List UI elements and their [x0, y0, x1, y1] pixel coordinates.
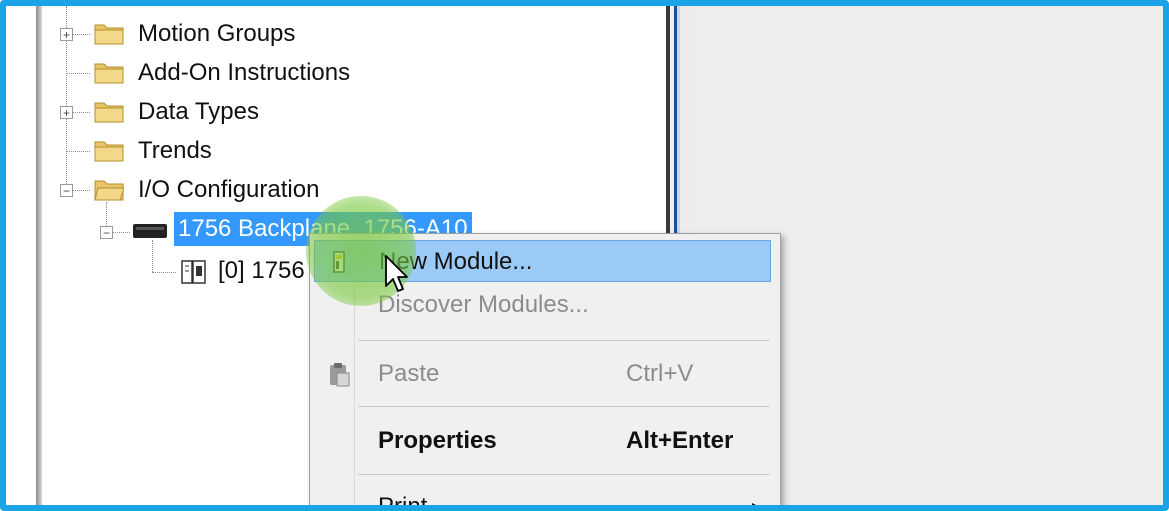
menu-shortcut: Alt+Enter: [626, 427, 734, 454]
tree-connector: [66, 151, 90, 152]
menu-item-properties[interactable]: Properties Alt+Enter: [314, 420, 771, 462]
folder-icon: [94, 102, 124, 123]
tree-connector: [72, 190, 90, 191]
tree-connector: [152, 240, 153, 272]
tree-connector: [152, 272, 176, 273]
menu-item-paste[interactable]: Paste Ctrl+V: [314, 353, 771, 395]
menu-shortcut: Ctrl+V: [626, 360, 694, 387]
folder-icon: [94, 141, 124, 162]
tree-item-data-types[interactable]: Data Types: [138, 97, 259, 127]
app-window: + Motion Groups Add-On Instructions + Da…: [0, 0, 1169, 511]
submenu-arrow-icon: ▶: [752, 499, 763, 511]
expand-icon[interactable]: +: [60, 28, 73, 41]
tree-item-trends[interactable]: Trends: [138, 136, 212, 166]
tree-item-io-configuration[interactable]: I/O Configuration: [138, 175, 319, 205]
expand-icon[interactable]: +: [60, 106, 73, 119]
menu-label: Print: [378, 493, 428, 511]
tree-item-add-on-instructions[interactable]: Add-On Instructions: [138, 58, 350, 88]
collapse-icon[interactable]: −: [100, 226, 113, 239]
tree-item-controller-module[interactable]: [0] 1756: [218, 256, 305, 286]
menu-item-print[interactable]: Print ▶: [314, 486, 771, 511]
menu-separator: [358, 340, 770, 341]
folder-icon: [94, 63, 124, 84]
tree-connector: [66, 73, 90, 74]
menu-item-discover-modules[interactable]: Discover Modules...: [314, 284, 771, 326]
controller-module-icon: [181, 260, 206, 284]
new-module-icon: [333, 251, 345, 273]
mouse-pointer-icon: [385, 255, 408, 292]
menu-label: Paste: [378, 360, 440, 387]
tree-connector: [112, 232, 130, 233]
collapse-icon[interactable]: −: [60, 184, 73, 197]
menu-separator: [358, 406, 770, 407]
menu-item-new-module[interactable]: New Module...: [314, 240, 771, 282]
menu-label: Properties: [378, 427, 497, 454]
folder-icon: [94, 24, 124, 45]
open-folder-icon: [94, 180, 124, 201]
tree-connector: [72, 34, 90, 35]
backplane-icon: [133, 224, 167, 238]
tree-item-motion-groups[interactable]: Motion Groups: [138, 19, 295, 49]
context-menu: New Module... Discover Modules... Paste …: [309, 233, 781, 511]
menu-separator: [358, 474, 770, 475]
tree-connector: [72, 112, 90, 113]
paste-icon: [330, 363, 350, 387]
